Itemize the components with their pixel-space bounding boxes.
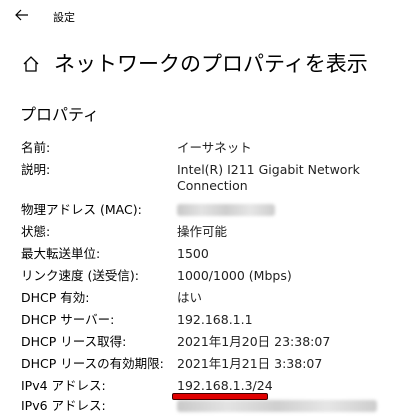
property-label: IPv6 アドレス: — [21, 398, 106, 413]
section-title: プロパティ — [20, 105, 100, 124]
back-arrow-icon — [15, 9, 28, 21]
property-label: DHCP リース取得: — [21, 334, 127, 349]
redaction-blur — [177, 400, 377, 412]
page-title: ネットワークのプロパティを表示 — [54, 52, 368, 76]
property-label: 名前: — [21, 140, 51, 155]
property-label: 説明: — [21, 162, 51, 177]
home-icon[interactable] — [22, 55, 40, 73]
property-value: はい — [177, 290, 203, 305]
title-bar: 設定 — [0, 0, 400, 34]
property-value-redacted — [177, 398, 389, 416]
app-title: 設定 — [53, 11, 75, 24]
property-value: 1500 — [177, 246, 209, 261]
property-label: 最大転送単位: — [21, 246, 101, 261]
property-value: 192.168.1.3/24 — [177, 378, 273, 393]
redaction-blur — [177, 204, 275, 216]
property-value: 2021年1月21日 3:38:07 — [177, 356, 323, 371]
property-label: DHCP サーバー: — [21, 312, 115, 327]
property-label: DHCP 有効: — [21, 290, 90, 305]
property-label: IPv4 アドレス: — [21, 378, 106, 393]
property-value: 1000/1000 (Mbps) — [177, 268, 292, 283]
property-label: DHCP リースの有効期限: — [21, 356, 164, 371]
back-button[interactable] — [10, 4, 34, 26]
property-value-redacted — [177, 202, 389, 220]
property-label: 状態: — [21, 224, 51, 239]
ipv4-highlight-underline — [172, 393, 268, 400]
property-label: 物理アドレス (MAC): — [21, 202, 142, 217]
property-value: イーサネット — [177, 140, 252, 155]
property-value: Intel(R) I211 Gigabit Network Connection — [177, 162, 360, 193]
property-value: 2021年1月20日 23:38:07 — [177, 334, 331, 349]
property-value: 操作可能 — [177, 224, 228, 239]
property-label: リンク速度 (送受信): — [21, 268, 139, 283]
page-header: ネットワークのプロパティを表示 — [0, 44, 400, 84]
property-value: 192.168.1.1 — [177, 312, 253, 327]
